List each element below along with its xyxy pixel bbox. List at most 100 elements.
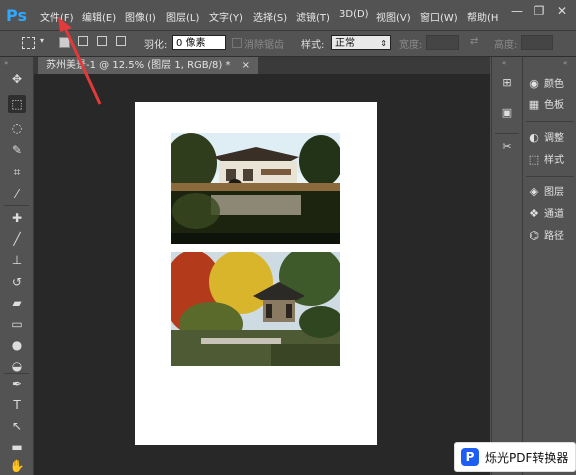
panel-divider xyxy=(526,121,574,122)
close-tab-icon[interactable]: × xyxy=(242,60,250,71)
menu-help[interactable]: 帮助(H xyxy=(467,9,498,24)
watermark-logo-icon: P xyxy=(461,448,479,466)
panel-color[interactable]: ◉ 颜色 xyxy=(527,75,564,93)
new-selection-icon[interactable] xyxy=(59,37,70,48)
menu-file[interactable]: 文件(F) xyxy=(40,9,74,24)
minimize-button[interactable]: — xyxy=(508,3,526,19)
style-select[interactable]: 正常 ⇕ xyxy=(331,35,391,50)
eyedropper-tool-icon[interactable]: ⁄ xyxy=(8,185,26,203)
history-panel-icon[interactable]: ⊞ xyxy=(499,75,515,91)
width-label: 宽度: xyxy=(399,40,423,51)
gradient-tool-icon[interactable]: ▭ xyxy=(8,315,26,333)
collapse-icon[interactable]: « xyxy=(502,59,506,67)
styles-icon: ⬚ xyxy=(528,153,540,166)
style-select-value: 正常 xyxy=(335,38,355,49)
add-selection-icon[interactable] xyxy=(78,36,88,46)
channels-icon: ❖ xyxy=(529,207,539,220)
pen-tool-icon[interactable]: ✒ xyxy=(8,375,26,393)
menu-window[interactable]: 窗口(W) xyxy=(420,9,458,24)
panel-styles[interactable]: ⬚ 样式 xyxy=(527,151,564,169)
panel-layers-label: 图层 xyxy=(544,187,564,198)
watermark-text: 烁光PDF转换器 xyxy=(485,451,569,465)
chevron-down-icon[interactable]: ▾ xyxy=(40,36,44,45)
menu-layer[interactable]: 图层(L) xyxy=(166,9,199,24)
antialias-label: 消除锯齿 xyxy=(244,40,284,51)
crop-tool-icon[interactable]: ⌗ xyxy=(8,163,26,181)
panel-dock: « ◉ 颜色 ▦ 色板 ◐ 调整 ⬚ 样式 ◈ 图层 ❖ 通道 ⌬ 路径 xyxy=(522,57,576,475)
panel-adjustments[interactable]: ◐ 调整 xyxy=(527,129,564,147)
brush-tool-icon[interactable]: ╱ xyxy=(8,230,26,248)
rectangle-tool-icon[interactable]: ▬ xyxy=(8,438,26,456)
marquee-tool-preset-icon[interactable] xyxy=(22,37,35,49)
width-input[interactable] xyxy=(426,35,459,50)
antialias-checkbox[interactable] xyxy=(232,38,242,48)
move-tool-icon[interactable]: ✥ xyxy=(8,70,26,88)
lasso-tool-icon[interactable]: ◌ xyxy=(8,119,26,137)
eraser-tool-icon[interactable]: ▰ xyxy=(8,294,26,312)
hand-tool-icon[interactable]: ✋ xyxy=(8,457,26,475)
color-icon: ◉ xyxy=(529,77,539,90)
feather-input[interactable]: 0 像素 xyxy=(172,35,226,50)
panel-styles-label: 样式 xyxy=(544,155,564,166)
document-tab[interactable]: 苏州美景-1 @ 12.5% (图层 1, RGB/8) * × xyxy=(38,57,259,74)
tools-panel: » ✥ ⬚ ◌ ✎ ⌗ ⁄ ✚ ╱ ⊥ ↺ ▰ ▭ ● ◒ ✒ T ↖ ▬ ✋ xyxy=(0,57,34,475)
canvas-area[interactable] xyxy=(34,74,490,475)
menu-edit[interactable]: 编辑(E) xyxy=(82,9,116,24)
panel-divider xyxy=(495,133,519,134)
properties-panel-icon[interactable]: ▣ xyxy=(499,105,515,121)
height-input[interactable] xyxy=(521,35,553,50)
path-select-tool-icon[interactable]: ↖ xyxy=(8,417,26,435)
collapse-icon[interactable]: » xyxy=(4,59,8,67)
blur-tool-icon[interactable]: ● xyxy=(8,336,26,354)
menu-view[interactable]: 视图(V) xyxy=(376,9,411,24)
style-label: 样式: xyxy=(301,40,325,51)
panel-paths-label: 路径 xyxy=(544,231,564,242)
watermark-badge: P 烁光PDF转换器 xyxy=(454,442,576,472)
document-page[interactable] xyxy=(135,102,377,445)
paths-icon: ⌬ xyxy=(529,229,539,242)
healing-brush-tool-icon[interactable]: ✚ xyxy=(8,209,26,227)
photo-garden-pond xyxy=(171,133,340,244)
collapse-icon[interactable]: « xyxy=(563,59,567,67)
panel-swatches-label: 色板 xyxy=(544,100,564,111)
feather-label: 羽化: xyxy=(144,40,168,51)
menu-select[interactable]: 选择(S) xyxy=(253,9,287,24)
panel-channels-label: 通道 xyxy=(544,209,564,220)
layers-icon: ◈ xyxy=(529,185,539,198)
photoshop-logo: Ps xyxy=(6,6,27,25)
menu-filter[interactable]: 滤镜(T) xyxy=(296,9,330,24)
clone-stamp-tool-icon[interactable]: ⊥ xyxy=(8,251,26,269)
panel-layers[interactable]: ◈ 图层 xyxy=(527,183,564,201)
panel-channels[interactable]: ❖ 通道 xyxy=(527,205,564,223)
tool-divider xyxy=(4,205,29,206)
chevron-down-icon: ⇕ xyxy=(380,39,387,48)
type-tool-icon[interactable]: T xyxy=(8,396,26,414)
subtract-selection-icon[interactable] xyxy=(97,36,107,46)
panel-color-label: 颜色 xyxy=(544,79,564,90)
panel-dock-narrow: « ⊞ ▣ ✂ xyxy=(491,57,522,475)
options-bar: ▾ 羽化: 0 像素 消除锯齿 样式: 正常 ⇕ 宽度: ⇄ 高度: xyxy=(0,31,576,57)
swap-icon[interactable]: ⇄ xyxy=(470,36,478,47)
height-label: 高度: xyxy=(494,40,518,51)
restore-button[interactable]: ❐ xyxy=(530,3,548,19)
photo-garden-pavilion xyxy=(171,252,340,366)
intersect-selection-icon[interactable] xyxy=(116,36,126,46)
swatches-icon: ▦ xyxy=(528,98,540,111)
menu-image[interactable]: 图像(I) xyxy=(125,9,156,24)
panel-divider xyxy=(526,176,574,177)
menu-bar: Ps 文件(F) 编辑(E) 图像(I) 图层(L) 文字(Y) 选择(S) 滤… xyxy=(0,0,576,31)
panel-adjustments-label: 调整 xyxy=(544,133,564,144)
document-tab-bar: 苏州美景-1 @ 12.5% (图层 1, RGB/8) * × xyxy=(34,57,490,74)
document-tab-title: 苏州美景-1 @ 12.5% (图层 1, RGB/8) * xyxy=(46,60,231,71)
menu-3d[interactable]: 3D(D) xyxy=(339,9,369,20)
adjustments-icon: ◐ xyxy=(529,131,539,144)
close-window-button[interactable]: ✕ xyxy=(553,3,571,19)
tool-divider xyxy=(4,373,29,374)
quick-select-tool-icon[interactable]: ✎ xyxy=(8,141,26,159)
tool-presets-icon[interactable]: ✂ xyxy=(499,139,515,155)
panel-paths[interactable]: ⌬ 路径 xyxy=(527,227,564,245)
menu-type[interactable]: 文字(Y) xyxy=(209,9,243,24)
panel-swatches[interactable]: ▦ 色板 xyxy=(527,96,564,114)
rect-marquee-tool-icon[interactable]: ⬚ xyxy=(8,95,26,113)
history-brush-tool-icon[interactable]: ↺ xyxy=(8,273,26,291)
